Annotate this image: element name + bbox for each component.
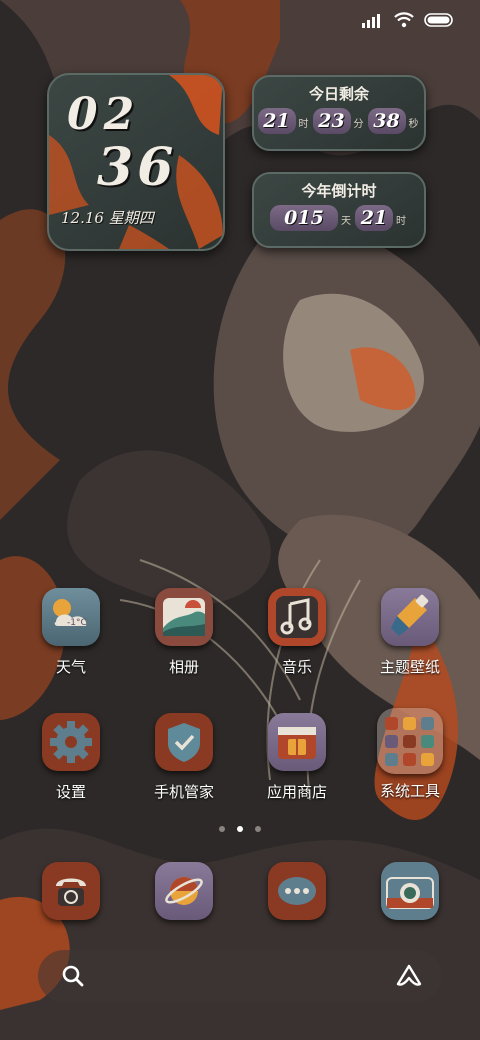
app-settings[interactable]: 设置 [21, 713, 121, 802]
year-countdown-title: 今年倒计时 [301, 182, 377, 200]
wifi-icon [394, 12, 414, 28]
remaining-hours: 21 [257, 108, 296, 134]
app-music[interactable]: 音乐 [247, 588, 347, 677]
page-dot-1[interactable] [219, 826, 225, 832]
app-store[interactable]: 应用商店 [247, 713, 347, 802]
today-remaining-title: 今日剩余 [308, 85, 369, 103]
folder-system-tools[interactable]: 系统工具 [360, 708, 460, 801]
search-bar[interactable] [38, 950, 442, 1002]
dock-phone[interactable] [21, 862, 121, 920]
search-icon[interactable] [62, 965, 84, 987]
security-icon [155, 713, 213, 771]
remaining-hours-unit: 时 [298, 119, 309, 130]
dock-camera[interactable] [360, 862, 460, 920]
app-theme[interactable]: 主题壁纸 [360, 588, 460, 677]
app-store-icon [268, 713, 326, 771]
music-icon [268, 588, 326, 646]
year-countdown-widget[interactable]: 今年倒计时 015 天 21 时 [252, 172, 426, 248]
signal-icon [362, 14, 380, 28]
countdown-days: 015 [270, 205, 338, 231]
page-dot-3[interactable] [255, 826, 261, 832]
app-label-security: 手机管家 [153, 783, 214, 801]
today-remaining-widget[interactable]: 今日剩余 21 时 23 分 38 秒 [252, 75, 426, 151]
countdown-hours-unit: 时 [396, 216, 406, 227]
theme-icon [381, 588, 439, 646]
status-bar [362, 10, 456, 30]
battery-icon [424, 13, 453, 27]
app-label-app-store: 应用商店 [266, 783, 327, 801]
remaining-minutes: 23 [312, 108, 351, 134]
page-dot-2-active[interactable] [237, 826, 243, 832]
phone-icon [42, 862, 100, 920]
countdown-days-unit: 天 [341, 216, 351, 227]
app-label-theme: 主题壁纸 [379, 658, 440, 676]
remaining-seconds: 38 [367, 108, 406, 134]
clock-minute: 36 [97, 137, 178, 198]
dock-messages[interactable] [247, 862, 347, 920]
assistant-icon[interactable] [396, 964, 422, 988]
remaining-seconds-unit: 秒 [408, 119, 419, 130]
clock-widget[interactable]: 02 36 12.16 星期四 [47, 73, 225, 251]
weather-temp: -1°C [67, 618, 87, 628]
app-weather[interactable]: -1°C 天气 [21, 588, 121, 677]
messages-icon [268, 862, 326, 920]
gallery-icon [155, 588, 213, 646]
countdown-hours: 21 [355, 205, 393, 231]
app-label-music: 音乐 [281, 658, 312, 676]
settings-icon [42, 713, 100, 771]
clock-hour: 02 [67, 89, 141, 140]
page-indicator[interactable] [0, 826, 480, 832]
app-label-settings: 设置 [55, 783, 86, 801]
system-tools-folder-icon [377, 708, 443, 774]
app-label-system-tools: 系统工具 [379, 782, 440, 800]
weather-icon: -1°C [42, 588, 100, 646]
app-security[interactable]: 手机管家 [134, 713, 234, 802]
remaining-minutes-unit: 分 [353, 119, 364, 130]
clock-date: 12.16 星期四 [61, 209, 154, 227]
app-label-gallery: 相册 [168, 658, 199, 676]
app-label-weather: 天气 [55, 658, 86, 676]
camera-icon [381, 862, 439, 920]
app-gallery[interactable]: 相册 [134, 588, 234, 677]
browser-icon [155, 862, 213, 920]
dock-browser[interactable] [134, 862, 234, 920]
